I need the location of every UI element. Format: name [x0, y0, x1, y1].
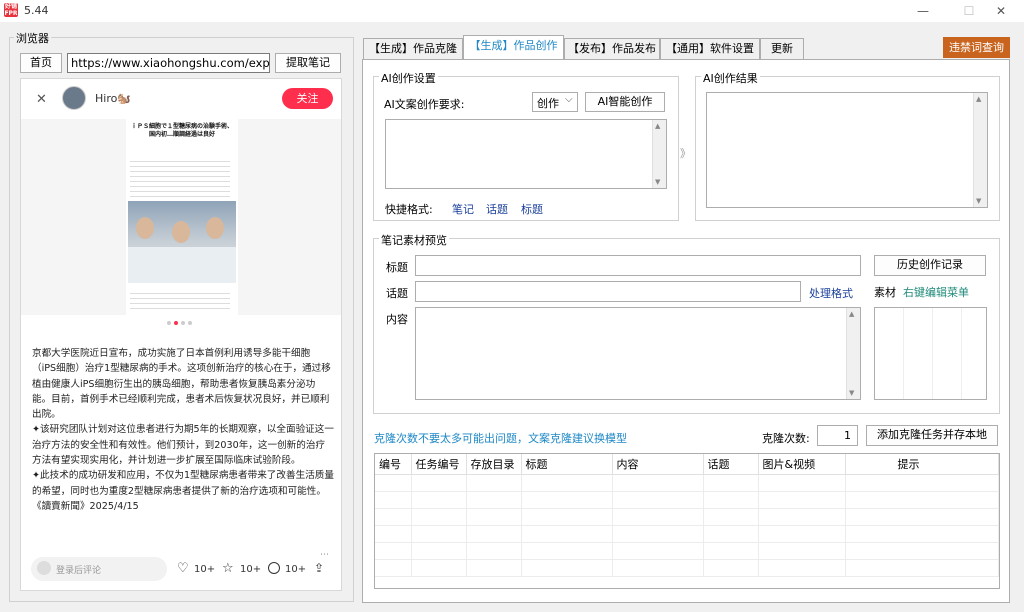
topic-label: 话题: [386, 287, 408, 300]
post-image[interactable]: ｉＰＳ細胞で１型糖尿病の治験手術、国内初…順調経過は良好: [21, 119, 341, 315]
post-body-text: 京都大学医院近日宣布，成功实施了日本首例利用诱导多能干细胞（iPS细胞）治疗1型…: [32, 346, 334, 514]
quick-link-note[interactable]: 笔记: [452, 201, 474, 217]
close-post-icon[interactable]: ✕: [36, 92, 47, 107]
chevron-down-icon: ⌵: [565, 94, 573, 105]
ai-result-label: AI创作结果: [701, 70, 760, 86]
topic-input[interactable]: [415, 281, 801, 302]
home-button[interactable]: 首页: [20, 53, 62, 73]
follow-button[interactable]: 关注: [282, 88, 333, 109]
image-headline: ｉＰＳ細胞で１型糖尿病の治験手術、国内初…順調経過は良好: [130, 123, 233, 138]
table-row[interactable]: [375, 474, 999, 492]
user-avatar-icon: [37, 561, 51, 575]
star-icon[interactable]: ☆: [222, 561, 234, 576]
star-count: 10+: [240, 564, 262, 575]
preview-group-label: 笔记素材预览: [379, 232, 449, 248]
task-table: 编号 任务编号 存放目录 标题 内容 话题 图片&视频 提示: [375, 454, 999, 577]
material-list[interactable]: [874, 307, 987, 400]
image-text-lines: [130, 157, 230, 197]
tab-publish[interactable]: 【发布】作品发布: [564, 38, 660, 59]
comment-icon[interactable]: [268, 562, 280, 574]
like-icon[interactable]: ♡: [177, 561, 189, 576]
title-input[interactable]: [415, 255, 861, 276]
col-header[interactable]: 图片&视频: [758, 454, 846, 475]
carousel-dot[interactable]: [181, 321, 185, 325]
close-icon[interactable]: ✕: [978, 0, 1024, 22]
share-icon[interactable]: ⇪: [314, 561, 324, 575]
ai-requirement-textarea[interactable]: ▲ ▼: [385, 119, 667, 189]
more-icon[interactable]: ⋯: [320, 550, 329, 560]
image-photo: [128, 201, 236, 283]
quick-format-label: 快捷格式:: [385, 203, 433, 216]
tab-update[interactable]: 更新: [760, 38, 804, 59]
history-button[interactable]: 历史创作记录: [874, 255, 986, 276]
comment-placeholder: 登录后评论: [56, 566, 102, 576]
ai-create-button[interactable]: AI智能创作: [585, 92, 665, 112]
content-scrollbar[interactable]: ▲ ▼: [846, 308, 860, 399]
ai-settings-label: AI创作设置: [379, 70, 438, 86]
mode-select-value: 创作: [537, 97, 559, 110]
title-bar: 好铺 FPR 5.44 — ☐ ✕: [0, 0, 1024, 22]
table-row[interactable]: [375, 525, 999, 543]
url-text: https://www.xiaohongshu.com/explor: [71, 56, 270, 70]
window-title: 5.44: [24, 4, 49, 17]
like-count: 10+: [194, 564, 216, 575]
quick-link-title[interactable]: 标题: [521, 201, 543, 217]
table-header-row: 编号 任务编号 存放目录 标题 内容 话题 图片&视频 提示: [375, 454, 999, 475]
material-menu-link[interactable]: 右键编辑菜单: [903, 284, 969, 300]
minimize-icon[interactable]: —: [900, 0, 946, 22]
carousel-dot[interactable]: [188, 321, 192, 325]
table-row[interactable]: [375, 542, 999, 560]
tab-clone[interactable]: 【生成】作品克隆: [363, 38, 463, 59]
title-label: 标题: [386, 261, 408, 274]
extract-note-button[interactable]: 提取笔记: [275, 53, 341, 73]
mode-select[interactable]: 创作 ⌵: [532, 92, 578, 112]
comment-count: 10+: [285, 564, 307, 575]
add-clone-task-button[interactable]: 添加克隆任务并存本地: [866, 425, 998, 446]
post-paragraph: ✦此技术的成功研发和应用，不仅为1型糖尿病患者带来了改善生活质量的希望，同时也为…: [32, 470, 334, 497]
arrow-right-icon: 》: [680, 147, 691, 160]
col-header[interactable]: 标题: [521, 454, 613, 475]
content-label: 内容: [386, 313, 408, 326]
ai-result-textarea[interactable]: ▲ ▼: [706, 92, 988, 208]
content-textarea[interactable]: ▲ ▼: [415, 307, 861, 400]
result-scrollbar[interactable]: ▲ ▼: [973, 93, 987, 207]
col-header[interactable]: 提示: [845, 454, 999, 475]
clone-count-label: 克隆次数:: [762, 432, 810, 445]
process-format-link[interactable]: 处理格式: [809, 285, 853, 301]
carousel-dot[interactable]: [167, 321, 171, 325]
col-header[interactable]: 内容: [612, 454, 704, 475]
forbidden-words-button[interactable]: 违禁词查询: [943, 37, 1010, 58]
clone-count-value: 1: [844, 429, 851, 442]
clone-warning: 克隆次数不要太多可能出问题，文案克隆建议换模型: [374, 432, 627, 445]
col-header[interactable]: 任务编号: [411, 454, 467, 475]
carousel-dot-active[interactable]: [174, 321, 178, 325]
author-name[interactable]: Hiro🐿️: [95, 92, 131, 105]
post-paragraph: 《讀賣新聞》2025/4/15: [32, 500, 139, 512]
browser-group-label: 浏览器: [14, 30, 51, 46]
col-header[interactable]: 存放目录: [466, 454, 522, 475]
post-paragraph: 京都大学医院近日宣布，成功实施了日本首例利用诱导多能干细胞（iPS细胞）治疗1型…: [32, 348, 331, 421]
table-row[interactable]: [375, 508, 999, 526]
tab-settings[interactable]: 【通用】软件设置: [660, 38, 760, 59]
clone-count-input[interactable]: 1: [817, 425, 858, 446]
ai-requirement-label: AI文案创作要求:: [384, 98, 465, 111]
comment-input[interactable]: 登录后评论: [31, 557, 167, 581]
table-row[interactable]: [375, 559, 999, 577]
app-icon: 好铺 FPR: [4, 3, 18, 17]
textarea-scrollbar[interactable]: ▲ ▼: [652, 120, 666, 188]
col-header[interactable]: 话题: [703, 454, 759, 475]
quick-link-topic[interactable]: 话题: [486, 201, 508, 217]
url-input[interactable]: https://www.xiaohongshu.com/explor: [67, 53, 270, 73]
col-header[interactable]: 编号: [375, 454, 412, 475]
post-paragraph: ✦该研究团队计划对这位患者进行为期5年的长期观察，以全面验证这一治疗方法的安全性…: [32, 424, 334, 467]
table-row[interactable]: [375, 491, 999, 509]
tab-create[interactable]: 【生成】作品创作: [463, 35, 564, 59]
author-avatar[interactable]: [62, 86, 86, 110]
material-label: 素材: [874, 286, 896, 299]
